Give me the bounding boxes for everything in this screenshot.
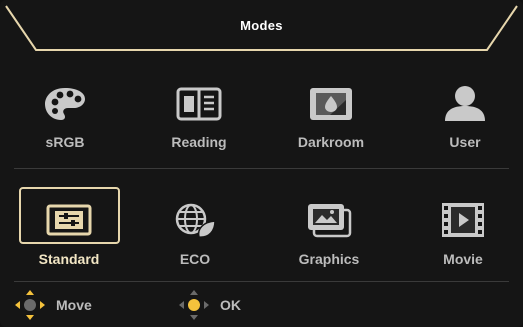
mode-eco[interactable]: ECO <box>143 186 247 272</box>
mode-standard[interactable]: Standard <box>17 186 121 272</box>
modes-row-1: sRGB Reading Darkroom User <box>0 78 523 168</box>
mode-user[interactable]: User <box>413 78 517 164</box>
menu-header: Modes <box>0 0 523 56</box>
mode-graphics[interactable]: Graphics <box>277 186 381 272</box>
mode-label: Darkroom <box>297 134 365 150</box>
palette-icon <box>13 82 117 126</box>
graphics-icon <box>277 198 381 242</box>
page-title: Modes <box>240 18 283 33</box>
mode-label: sRGB <box>45 134 85 150</box>
modes-row-2: Standard ECO Graphics Movie <box>0 186 523 276</box>
mode-label: User <box>449 134 481 150</box>
mode-label: Standard <box>38 251 100 267</box>
move-hint: Move <box>14 290 92 320</box>
book-icon <box>147 82 251 126</box>
user-icon <box>413 82 517 126</box>
mode-label: Movie <box>443 251 483 267</box>
mode-darkroom[interactable]: Darkroom <box>279 78 383 164</box>
eco-globe-icon <box>143 198 247 242</box>
ok-hint: OK <box>178 290 241 320</box>
darkroom-icon <box>279 82 383 126</box>
footer-hints: Move OK <box>0 284 523 327</box>
mode-reading[interactable]: Reading <box>147 78 251 164</box>
film-icon <box>411 198 515 242</box>
move-label: Move <box>56 297 92 313</box>
divider <box>14 281 509 282</box>
divider <box>14 168 509 169</box>
ok-label: OK <box>220 297 241 313</box>
osd-menu: Modes sRGB Reading Darkroom User Standar… <box>0 0 523 327</box>
mode-label: Graphics <box>298 251 360 267</box>
joystick-press-icon <box>179 290 209 320</box>
mode-label: ECO <box>179 251 211 267</box>
sliders-icon <box>17 198 121 242</box>
mode-label: Reading <box>171 134 227 150</box>
mode-movie[interactable]: Movie <box>411 186 515 272</box>
mode-srgb[interactable]: sRGB <box>13 78 117 164</box>
joystick-move-icon <box>15 290 45 320</box>
